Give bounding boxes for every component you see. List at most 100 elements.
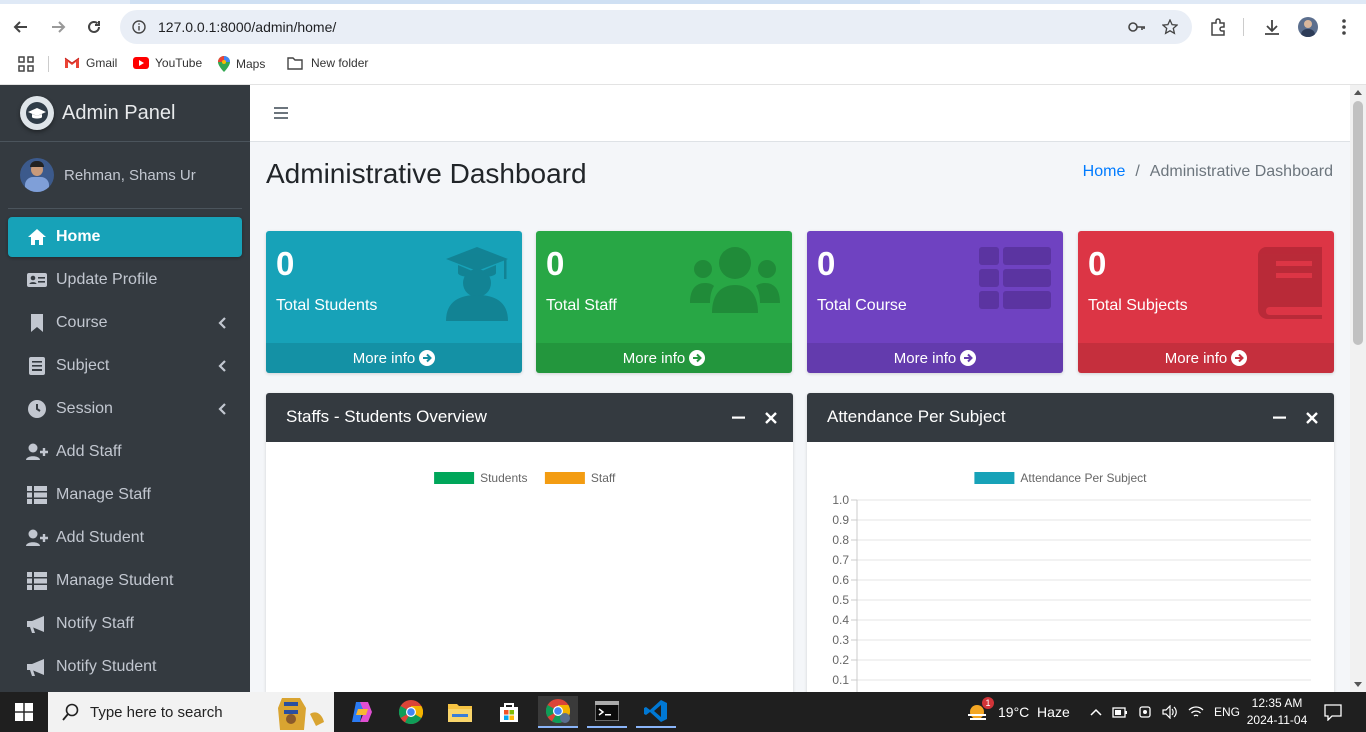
y-tick-label: 0.6	[832, 573, 849, 587]
gmail-icon	[64, 57, 80, 68]
maps-pin-icon	[218, 56, 230, 72]
toolbar-divider	[1243, 18, 1244, 36]
grid-icon	[26, 571, 48, 591]
hamburger-menu-icon[interactable]	[274, 106, 288, 120]
home-icon	[26, 227, 48, 247]
users-icon	[690, 247, 780, 313]
minus-icon[interactable]	[732, 411, 745, 424]
store-app[interactable]	[489, 696, 529, 728]
apps-grid-icon[interactable]	[18, 56, 34, 72]
sidebar-item-notify-student[interactable]: Notify Student	[8, 647, 242, 687]
sidebar-item-home[interactable]: Home	[8, 217, 242, 257]
start-button[interactable]	[4, 696, 44, 728]
sidebar-item-label: Subject	[56, 357, 110, 374]
info-icon	[132, 20, 146, 34]
sidebar-item-update-profile[interactable]: Update Profile	[8, 260, 242, 300]
volume-icon[interactable]	[1162, 705, 1178, 719]
sidebar-item-label: Add Student	[56, 529, 145, 546]
brand-link[interactable]: Admin Panel	[0, 85, 250, 142]
back-button[interactable]	[8, 14, 34, 40]
reload-button[interactable]	[81, 14, 107, 40]
sidebar-item-subject[interactable]: Subject	[8, 346, 242, 386]
chrome-app[interactable]	[391, 696, 431, 728]
card-tools	[1273, 411, 1318, 424]
url-text[interactable]: 127.0.0.1:8000/admin/home/	[158, 19, 336, 35]
notification-icon[interactable]	[1324, 703, 1342, 721]
page-scrollbar[interactable]	[1350, 85, 1366, 692]
weather-widget[interactable]: 1 19°C Haze	[966, 692, 1070, 732]
breadcrumb-home-link[interactable]: Home	[1083, 163, 1126, 181]
box-label: Total Course	[817, 297, 907, 314]
extensions-icon[interactable]	[1209, 18, 1227, 36]
y-tick-label: 0.1	[832, 673, 849, 687]
download-icon[interactable]	[1263, 18, 1281, 36]
wifi-icon[interactable]	[1188, 705, 1204, 719]
forward-button[interactable]	[45, 14, 71, 40]
sidebar-item-add-student[interactable]: Add Student	[8, 518, 242, 558]
arrow-circle-right-icon	[689, 350, 706, 366]
close-icon[interactable]	[765, 411, 777, 424]
clock-icon	[26, 399, 48, 419]
book-icon	[26, 356, 48, 376]
search-icon	[62, 703, 79, 721]
legend-swatch	[434, 472, 475, 484]
sidebar-item-notify-staff[interactable]: Notify Staff	[8, 604, 242, 644]
chrome-active-app[interactable]	[538, 696, 578, 728]
star-icon[interactable]	[1162, 19, 1178, 35]
meet-now-icon[interactable]	[1138, 705, 1152, 719]
scroll-down-icon[interactable]	[1354, 682, 1362, 688]
chrome-icon	[399, 700, 423, 724]
bookmark-youtube[interactable]: YouTube	[133, 56, 202, 70]
sidebar-item-add-staff[interactable]: Add Staff	[8, 432, 242, 472]
youtube-icon	[133, 57, 149, 69]
bookmark-maps[interactable]: Maps	[218, 56, 265, 72]
arrow-left-icon	[13, 21, 27, 33]
scroll-up-icon[interactable]	[1354, 89, 1362, 95]
user-panel[interactable]: Rehman, Shams Ur	[8, 142, 242, 209]
file-explorer-app[interactable]	[440, 696, 480, 728]
vscode-app[interactable]	[636, 696, 676, 728]
sidebar-item-label: Add Staff	[56, 443, 122, 460]
battery-icon[interactable]	[1112, 705, 1128, 719]
small-box-subjects: 0 Total Subjects More info	[1078, 231, 1334, 373]
more-info-link[interactable]: More info	[807, 343, 1063, 373]
clock[interactable]: 12:35 AM 2024-11-04	[1244, 695, 1310, 729]
more-info-link[interactable]: More info	[1078, 343, 1334, 373]
bookmark-new-folder[interactable]: New folder	[287, 56, 368, 70]
close-icon[interactable]	[1306, 411, 1318, 424]
list-icon	[979, 247, 1051, 309]
box-label: Total Staff	[546, 297, 617, 314]
terminal-app[interactable]	[587, 696, 627, 728]
profile-avatar[interactable]	[1298, 17, 1318, 37]
address-bar[interactable]: 127.0.0.1:8000/admin/home/	[120, 10, 1192, 44]
chevron-left-icon	[218, 360, 226, 372]
bookmark-gmail[interactable]: Gmail	[64, 56, 117, 70]
more-info-link[interactable]: More info	[266, 343, 522, 373]
sidebar-item-session[interactable]: Session	[8, 389, 242, 429]
search-highlight-image	[268, 694, 328, 730]
copilot-icon	[352, 702, 372, 722]
box-label: Total Subjects	[1088, 297, 1188, 314]
key-icon[interactable]	[1128, 20, 1146, 34]
folder-icon	[287, 57, 303, 70]
user-name[interactable]: Rehman, Shams Ur	[64, 167, 196, 184]
more-info-label: More info	[622, 349, 686, 367]
taskbar-search[interactable]: Type here to search	[48, 692, 334, 732]
copilot-app[interactable]	[342, 696, 382, 728]
id-card-icon	[26, 270, 48, 290]
y-tick-label: 0.5	[832, 593, 849, 607]
megaphone-icon	[26, 657, 48, 677]
scrollbar-thumb[interactable]	[1353, 101, 1363, 345]
more-info-link[interactable]: More info	[536, 343, 792, 373]
language-indicator[interactable]: ENG	[1214, 705, 1240, 719]
store-icon	[500, 703, 518, 722]
sidebar-item-course[interactable]: Course	[8, 303, 242, 343]
sidebar-item-manage-student[interactable]: Manage Student	[8, 561, 242, 601]
weather-alert-badge: 1	[982, 697, 994, 709]
menu-dots-icon[interactable]	[1338, 18, 1350, 36]
minus-icon[interactable]	[1273, 411, 1286, 424]
chevron-up-icon[interactable]	[1090, 708, 1102, 716]
megaphone-icon	[26, 614, 48, 634]
sidebar-item-manage-staff[interactable]: Manage Staff	[8, 475, 242, 515]
weather-icon: 1	[966, 697, 994, 724]
